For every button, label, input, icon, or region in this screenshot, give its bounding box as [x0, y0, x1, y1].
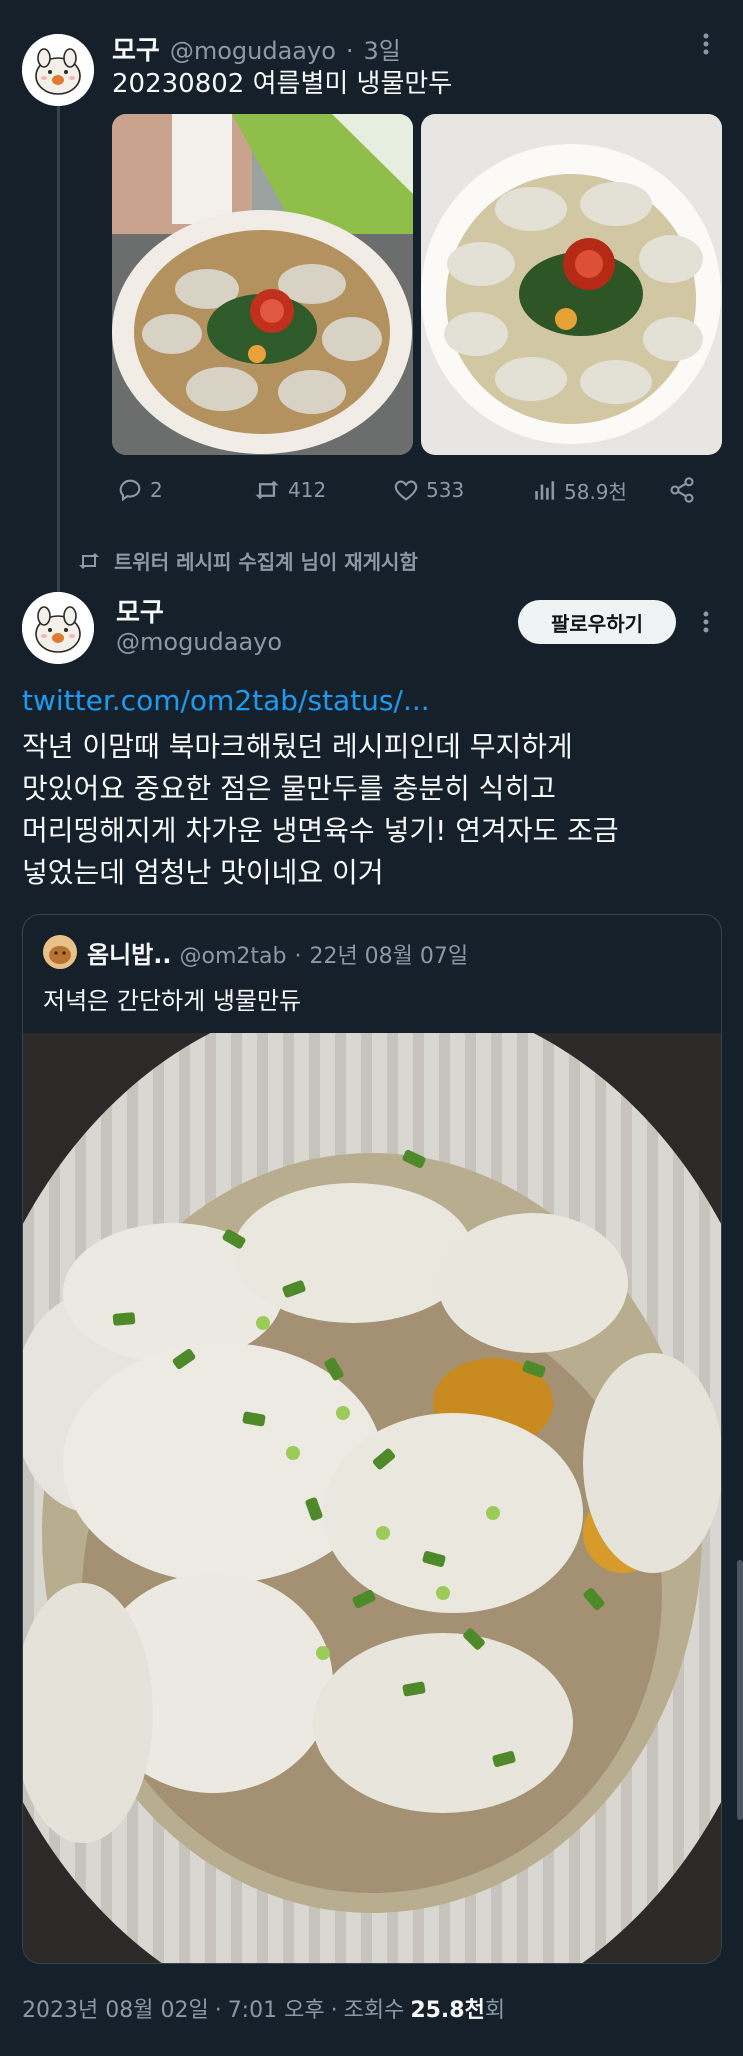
views-count: 58.9천 [564, 480, 627, 504]
avatar[interactable] [22, 592, 94, 664]
tweet-text: 20230802 여름별미 냉물만두 [112, 69, 453, 99]
reply-icon [119, 479, 141, 502]
reply-count: 2 [150, 478, 163, 502]
kebab-menu-icon[interactable] [696, 608, 716, 640]
views-button[interactable]: 58.9천 [532, 476, 627, 505]
follow-button[interactable]: 팔로우하기 [518, 600, 676, 644]
tweet-line: 머리띵해지게 차가운 냉면육수 넣기! 연겨자도 조금 [22, 814, 619, 847]
kebab-menu-icon[interactable] [696, 30, 716, 62]
tweet-time[interactable]: 7:01 오후 [228, 1992, 325, 2024]
avatar-illustration [22, 592, 94, 664]
avatar-illustration [22, 34, 94, 106]
views-label: 조회수 [343, 1998, 405, 2023]
like-count: 533 [426, 478, 465, 502]
tweet-photo-1[interactable] [112, 114, 413, 455]
tweet-line: 맛있어요 중요한 점은 물만두를 충분히 식히고 [22, 772, 556, 805]
photo-image [112, 114, 413, 455]
share-icon [670, 477, 694, 503]
reply-button[interactable]: 2 [116, 476, 163, 504]
tweet-body: 작년 이맘때 북마크해뒀던 레시피인데 무지하게 맛있어요 중요한 점은 물만두… [22, 726, 619, 894]
retweet-count: 412 [288, 478, 327, 502]
separator-dot: · [330, 1998, 338, 2023]
author-name[interactable]: 모구 [112, 30, 160, 67]
author-handle[interactable]: @mogudaayo [170, 37, 336, 65]
like-button[interactable]: 533 [392, 476, 464, 504]
quote-photo[interactable] [23, 993, 721, 1963]
quote-avatar[interactable] [43, 935, 77, 969]
avatar[interactable] [22, 34, 94, 106]
quote-avatar-illustration [43, 935, 77, 969]
photo-image [421, 114, 722, 455]
retweet-context-text[interactable]: 트위터 레시피 수집계 님이 재게시함 [114, 546, 418, 575]
quote-text: 저녁은 간단하게 냉물만듀 [43, 987, 302, 1015]
author-name[interactable]: 모구 [116, 592, 164, 629]
thread-connector-line [57, 96, 60, 592]
like-icon [394, 480, 418, 501]
separator-dot: · [214, 1998, 222, 2023]
retweet-icon [79, 552, 99, 569]
tweet-line: 넣었는데 엄청난 맛이네요 이거 [22, 856, 384, 889]
status-link[interactable]: twitter.com/om2tab/status/... [22, 684, 430, 717]
quoted-tweet[interactable]: 옴니밥.. @om2tab · 22년 08월 07일 저녁은 간단하게 냉물만… [22, 914, 722, 1964]
separator-dot: · [294, 944, 302, 969]
tweet-date[interactable]: 2023년 08월 02일 [22, 1992, 209, 2024]
views-icon [535, 480, 555, 500]
retweet-button[interactable]: 412 [252, 476, 326, 504]
photo-image [23, 993, 721, 1963]
author-handle[interactable]: @mogudaayo [116, 628, 282, 656]
retweet-icon [255, 480, 279, 500]
tweet-line: 작년 이맘때 북마크해뒀던 레시피인데 무지하게 [22, 730, 573, 763]
quote-author-handle: @om2tab [179, 944, 287, 969]
retweet-context: 트위터 레시피 수집계 님이 재게시함 [76, 546, 418, 575]
quote-author-name: 옴니밥.. [87, 941, 172, 969]
scrollbar[interactable] [737, 1560, 743, 1820]
tweet-meta: 2023년 08월 02일 · 7:01 오후 · 조회수 25.8천회 [22, 1992, 505, 2024]
share-button[interactable] [668, 476, 702, 504]
quote-date: 22년 08월 07일 [309, 944, 469, 969]
views-value: 25.8천 [410, 1998, 485, 2023]
separator-dot: · [345, 37, 354, 65]
tweet-photo-2[interactable] [421, 114, 722, 455]
tweet-time[interactable]: 3일 [364, 31, 401, 66]
views-suffix: 회 [484, 1998, 506, 2023]
